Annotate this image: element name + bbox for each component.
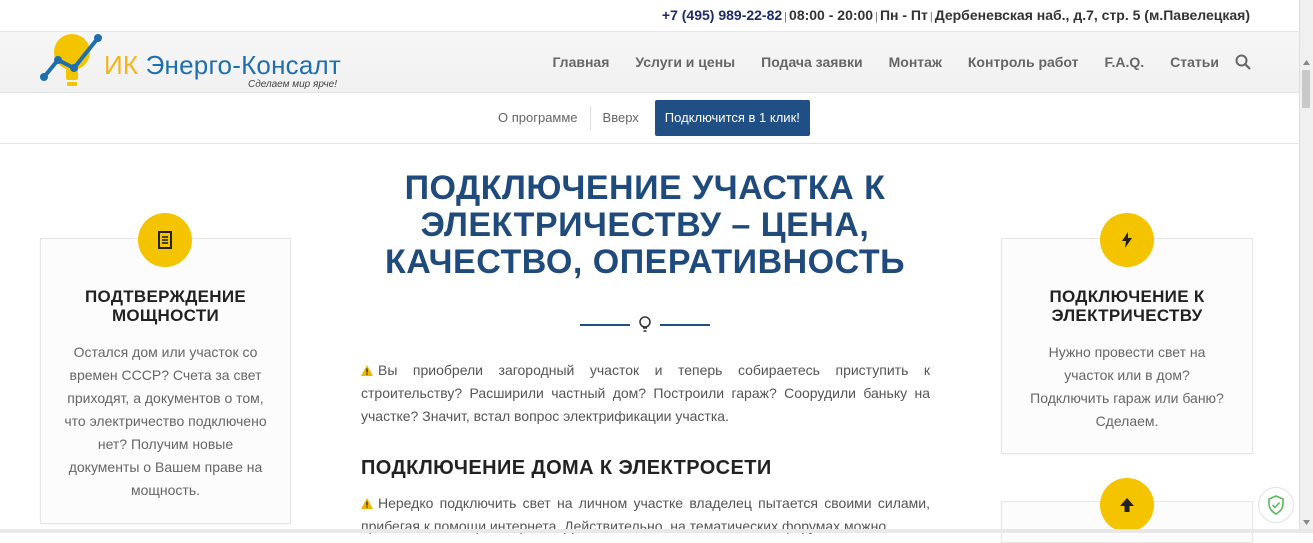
search-icon[interactable]: [1235, 54, 1251, 70]
phone-number[interactable]: +7 (495) 989-22-82: [662, 7, 782, 23]
nav-faq[interactable]: F.A.Q.: [1105, 54, 1145, 70]
separator: |: [784, 11, 788, 23]
separator: |: [875, 11, 878, 23]
intro-text: Вы приобрели загородный участок и теперь…: [361, 362, 930, 424]
card-title: ПОДКЛЮЧЕНИЕ К ЭЛЕКТРИЧЕСТВУ: [1049, 287, 1205, 325]
arrow-up-icon: [1120, 498, 1134, 512]
warning-icon: [361, 498, 373, 509]
site-header: ИК Энерго-Консалт Сделаем мир ярче! Глав…: [0, 32, 1300, 93]
lightning-icon: [1122, 232, 1132, 248]
connect-button[interactable]: Подключится в 1 клик!: [654, 100, 810, 136]
nav-control[interactable]: Контроль работ: [968, 54, 1079, 70]
logo-text: ИК Энерго-Консалт: [104, 50, 341, 81]
card-icon-circle: [1100, 478, 1154, 532]
security-badge[interactable]: [1258, 487, 1294, 523]
working-hours: 08:00 - 20:00: [789, 7, 874, 23]
scrollbar[interactable]: [1299, 0, 1313, 533]
nav-services[interactable]: Услуги и цены: [635, 54, 735, 70]
document-icon: [158, 231, 172, 249]
lightbulb-icon: [639, 316, 651, 332]
scroll-up-icon[interactable]: [1302, 58, 1311, 67]
scroll-down-icon[interactable]: [1302, 518, 1311, 527]
section-heading: ПОДКЛЮЧЕНИЕ ДОМА К ЭЛЕКТРОСЕТИ: [361, 457, 772, 479]
nav-articles[interactable]: Статьи: [1170, 54, 1219, 70]
nav-home[interactable]: Главная: [552, 54, 609, 70]
sub-nav: О программе Вверх Подключится в 1 клик!: [0, 93, 1300, 144]
logo-lightbulb-icon: [40, 34, 102, 86]
card-text: Остался дом или участок со времен СССР? …: [64, 344, 267, 498]
logo-prefix: ИК: [104, 50, 139, 80]
working-days: Пн - Пт: [879, 7, 928, 23]
logo[interactable]: ИК Энерго-Консалт Сделаем мир ярче!: [40, 32, 341, 92]
main-nav: Главная Услуги и цены Подача заявки Монт…: [526, 54, 1251, 70]
power-confirmation-card: ПОДТВЕРЖДЕНИЕ МОЩНОСТИ Остался дом или у…: [40, 238, 291, 524]
title-divider: [580, 316, 710, 334]
card-text: Нужно провести свет на участок или в дом…: [1030, 344, 1224, 429]
intro-paragraph: Вы приобрели загородный участок и теперь…: [361, 359, 930, 428]
contact-bar: +7 (495) 989-22-82 | 08:00 - 20:00 | Пн - Пт…: [0, 0, 1300, 32]
contacts: +7 (495) 989-22-82 | 08:00 - 20:00 | Пн - Пт…: [662, 7, 1250, 23]
address: Дербеневская наб., д.7, стр. 5 (м.Павеле…: [934, 7, 1250, 23]
nav-installation[interactable]: Монтаж: [889, 54, 942, 70]
shield-icon: [1268, 495, 1284, 515]
page-title: ПОДКЛЮЧЕНИЕ УЧАСТКА К ЭЛЕКТРИЧЕСТВУ – ЦЕ…: [384, 169, 906, 281]
electricity-connection-card: ПОДКЛЮЧЕНИЕ К ЭЛЕКТРИЧЕСТВУ Нужно провес…: [1001, 238, 1253, 454]
about-link[interactable]: О программе: [486, 106, 590, 130]
separator: |: [929, 11, 933, 23]
scroll-top-link[interactable]: Вверх: [591, 106, 651, 130]
nav-application[interactable]: Подача заявки: [761, 54, 863, 70]
card-icon-circle: [1100, 213, 1154, 267]
window-bottom-edge: [0, 529, 1313, 533]
card-title: ПОДТВЕРЖДЕНИЕ МОЩНОСТИ: [85, 287, 246, 325]
scroll-thumb[interactable]: [1302, 70, 1310, 108]
slogan: Сделаем мир ярче!: [248, 79, 337, 90]
card-icon-circle: [138, 213, 192, 267]
warning-icon: [361, 365, 373, 376]
logo-name: Энерго-Консалт: [145, 50, 341, 80]
